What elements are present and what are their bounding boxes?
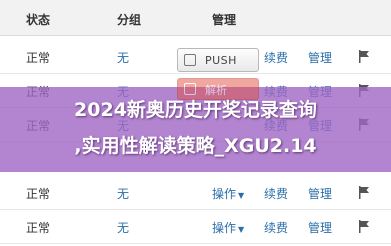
flag-icon[interactable] bbox=[358, 50, 370, 63]
operate-dropdown[interactable]: 操作 ▼ bbox=[212, 185, 244, 202]
renew-link[interactable]: 续费 bbox=[264, 185, 288, 202]
group-link[interactable]: 无 bbox=[117, 185, 129, 202]
flag-icon[interactable] bbox=[358, 220, 370, 233]
operate-dropdown[interactable]: 操作 ▼ bbox=[212, 219, 244, 236]
domain-table: 状态 分组 管理 bbox=[0, 0, 391, 36]
push-button[interactable]: PUSH bbox=[177, 48, 259, 72]
flag-icon[interactable] bbox=[358, 186, 370, 199]
group-link[interactable]: 无 bbox=[117, 49, 129, 66]
table-row: 正常 无 操作 ▼ 续费 管理 bbox=[0, 176, 391, 210]
table-row: 正常 无 操作 ▼ 续费 管理 bbox=[0, 210, 391, 244]
header-status: 状态 bbox=[26, 13, 51, 27]
operate-label: 操作 bbox=[212, 187, 237, 201]
overlay-headline-1: 2024新奥历史开奖记录查询 bbox=[74, 99, 317, 121]
header-group: 分组 bbox=[117, 13, 142, 27]
renew-link[interactable]: 续费 bbox=[264, 49, 288, 66]
manage-link[interactable]: 管理 bbox=[308, 185, 332, 202]
manage-link[interactable]: 管理 bbox=[308, 219, 332, 236]
overlay-headline-2: ,实用性解读策略_XGU2.14 bbox=[74, 135, 317, 157]
caret-down-icon: ▼ bbox=[238, 191, 245, 200]
operate-label: 操作 bbox=[212, 221, 237, 235]
manage-link[interactable]: 管理 bbox=[308, 49, 332, 66]
caret-down-icon: ▼ bbox=[238, 225, 245, 234]
group-link[interactable]: 无 bbox=[117, 219, 129, 236]
push-label: PUSH bbox=[205, 54, 237, 67]
renew-link[interactable]: 续费 bbox=[264, 219, 288, 236]
status-text: 正常 bbox=[26, 51, 51, 65]
parse-icon bbox=[184, 83, 196, 95]
table-header: 状态 分组 管理 bbox=[0, 0, 391, 36]
push-icon bbox=[184, 54, 196, 66]
status-text: 正常 bbox=[26, 221, 51, 235]
status-text: 正常 bbox=[26, 187, 51, 201]
header-manage: 管理 bbox=[212, 13, 237, 27]
